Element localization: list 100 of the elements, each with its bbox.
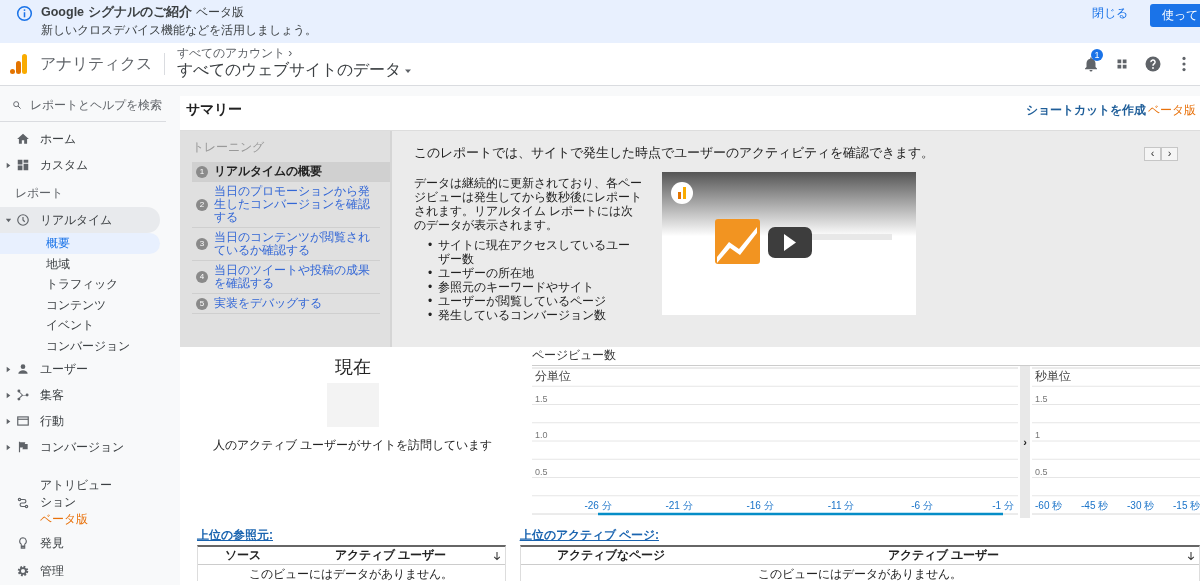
nav-subitem[interactable]: 地域 (0, 253, 160, 274)
bullet-item: サイトに現在アクセスしているユーザー数 (438, 238, 632, 266)
training-description: データは継続的に更新されており、各ページビューは発生してから数秒後にレポートされます。リアルタイム レポートには次のデータが表示されます。 (414, 176, 642, 232)
lightbulb-icon (16, 536, 30, 550)
info-icon (16, 5, 33, 22)
bullet-item: ユーザーの所在地 (438, 266, 535, 280)
nav-label: 行動 (40, 412, 64, 430)
nav-subitem[interactable]: コンバージョン (0, 335, 160, 356)
branch-icon (16, 388, 30, 402)
axis-label: -1 分 (992, 500, 1014, 511)
bullet-item: 発生しているコンバージョン数 (438, 308, 607, 322)
axis-label: -16 分 (746, 500, 774, 511)
nav-item[interactable]: アトリビューション (40, 477, 120, 511)
column-header[interactable]: アクティブなページ (520, 547, 701, 564)
table-title[interactable]: 上位の参照元: (197, 527, 506, 544)
step-number: 4 (196, 271, 208, 283)
bullet-mark: • (428, 280, 433, 294)
column-header[interactable]: アクティブ ユーザー (288, 547, 493, 564)
bullet-item: ユーザーが閲覧しているページ (438, 294, 607, 308)
axis-label: -6 分 (911, 500, 933, 511)
training-step[interactable]: 1 リアルタイムの概要 (192, 162, 390, 182)
nav-subitem[interactable]: 概要 (0, 233, 160, 254)
next-button[interactable]: › (1161, 146, 1178, 161)
notifications-button[interactable]: 1 (1078, 51, 1103, 77)
home-icon (16, 132, 30, 146)
nav-subitem[interactable]: トラフィック (0, 274, 160, 295)
sort-icon[interactable] (492, 550, 501, 561)
axis-label: -15 秒 (1173, 500, 1200, 511)
column-header[interactable]: ソース (198, 547, 288, 564)
bullet-mark: • (428, 266, 433, 280)
breadcrumb-link[interactable]: すべてのアカウント › (177, 47, 413, 60)
empty-message: このビューにはデータがありません。 (756, 566, 963, 581)
nav-item[interactable]: 集客 (0, 382, 160, 408)
training-heading: このレポートでは、サイトで発生した時点でユーザーのアクティビティを確認できます。 (414, 145, 934, 162)
expand-toggle[interactable]: › (1020, 366, 1030, 518)
axis-label: -11 分 (827, 500, 855, 511)
view-selector[interactable]: すべてのウェブサイトのデータ (177, 60, 413, 81)
bullet-mark: • (428, 294, 433, 308)
route-icon (16, 495, 30, 510)
clock-icon (16, 213, 30, 227)
axis-label: 0.5 (535, 466, 548, 477)
step-number: 1 (196, 165, 208, 178)
window-icon (16, 414, 30, 428)
axis-label: 1 (1035, 430, 1040, 440)
banner-message: 新しいクロスデバイス機能などを活用しましょう。 (41, 22, 318, 39)
axis-label: 1.0 (535, 430, 548, 440)
create-shortcut-link[interactable]: ショートカットを作成 (1026, 101, 1146, 119)
dashboard-icon (16, 158, 30, 172)
sort-icon[interactable] (1187, 550, 1195, 561)
axis-label: -45 秒 (1081, 500, 1109, 511)
axis-label: -30 秒 (1127, 500, 1155, 511)
training-step[interactable]: 2 当日のプロモーションから発生したコンバージョンを確認する (192, 182, 380, 228)
nav-item[interactable]: 発見 (40, 534, 64, 552)
nav-label: ユーザー (40, 360, 88, 378)
previous-button[interactable]: ‹ (1144, 146, 1161, 161)
beta-label: ベータ版 (1148, 101, 1196, 119)
step-link[interactable]: 実装をデバッグする (214, 297, 322, 310)
try-button[interactable]: 使って (1150, 4, 1200, 27)
nav-label: 集客 (40, 386, 64, 404)
axis-label: -60 秒 (1035, 500, 1063, 511)
axis-label: 1.5 (535, 393, 548, 404)
bullet-mark: • (428, 238, 433, 254)
nav-item[interactable]: リアルタイム (0, 207, 160, 233)
nav-item[interactable]: カスタム (40, 156, 88, 174)
beta-label: ベータ版 (195, 4, 244, 21)
nav-subitem[interactable]: イベント (0, 315, 160, 336)
step-number: 3 (196, 238, 208, 250)
nav-item[interactable]: ユーザー (0, 356, 160, 382)
nav-subitem[interactable]: コンテンツ (0, 294, 160, 315)
nav-item[interactable]: ホーム (40, 130, 76, 148)
axis-label: -21 分 (665, 500, 693, 511)
search-field[interactable]: レポートとヘルプを検索 (30, 98, 166, 112)
nav-item[interactable]: コンバージョン (0, 434, 160, 460)
notification-count: 1 (1091, 48, 1103, 61)
nav-label: リアルタイム (40, 211, 112, 229)
step-number: 5 (196, 297, 208, 310)
active-users-caption: 人のアクティブ ユーザーがサイトを訪問しています (212, 437, 493, 454)
nav-item[interactable]: 管理 (40, 562, 64, 580)
nav-item[interactable]: 行動 (0, 408, 160, 434)
chart-title: 分単位 (535, 369, 571, 383)
step-number: 2 (196, 198, 208, 211)
flag-icon (16, 440, 30, 454)
current-heading: 現在 (334, 356, 371, 379)
help-icon (1143, 55, 1162, 73)
step-link[interactable]: 当日のコンテンツが閲覧されているか確認する (214, 231, 376, 257)
empty-message: このビューにはデータがありません。 (248, 566, 455, 581)
axis-label: 1.5 (1035, 393, 1048, 404)
table-title[interactable]: 上位のアクティブ ページ: (519, 527, 1200, 544)
step-link[interactable]: 当日のプロモーションから発生したコンバージョンを確認する (214, 185, 376, 224)
column-header[interactable]: アクティブ ユーザー (700, 547, 1187, 564)
chart-title: 秒単位 (1035, 369, 1071, 383)
step-link[interactable]: リアルタイムの概要 (214, 165, 322, 178)
bullet-mark: • (428, 308, 433, 322)
more-icon (1181, 56, 1186, 72)
analytics-logo-icon (9, 52, 29, 76)
nav-label: コンバージョン (40, 438, 124, 456)
step-link[interactable]: 当日のツイートや投稿の成果を確認する (214, 264, 376, 290)
dismiss-button[interactable]: 閉じる (1092, 5, 1128, 22)
person-icon (16, 362, 30, 376)
training-step[interactable]: 5 実装をデバッグする (192, 294, 380, 314)
